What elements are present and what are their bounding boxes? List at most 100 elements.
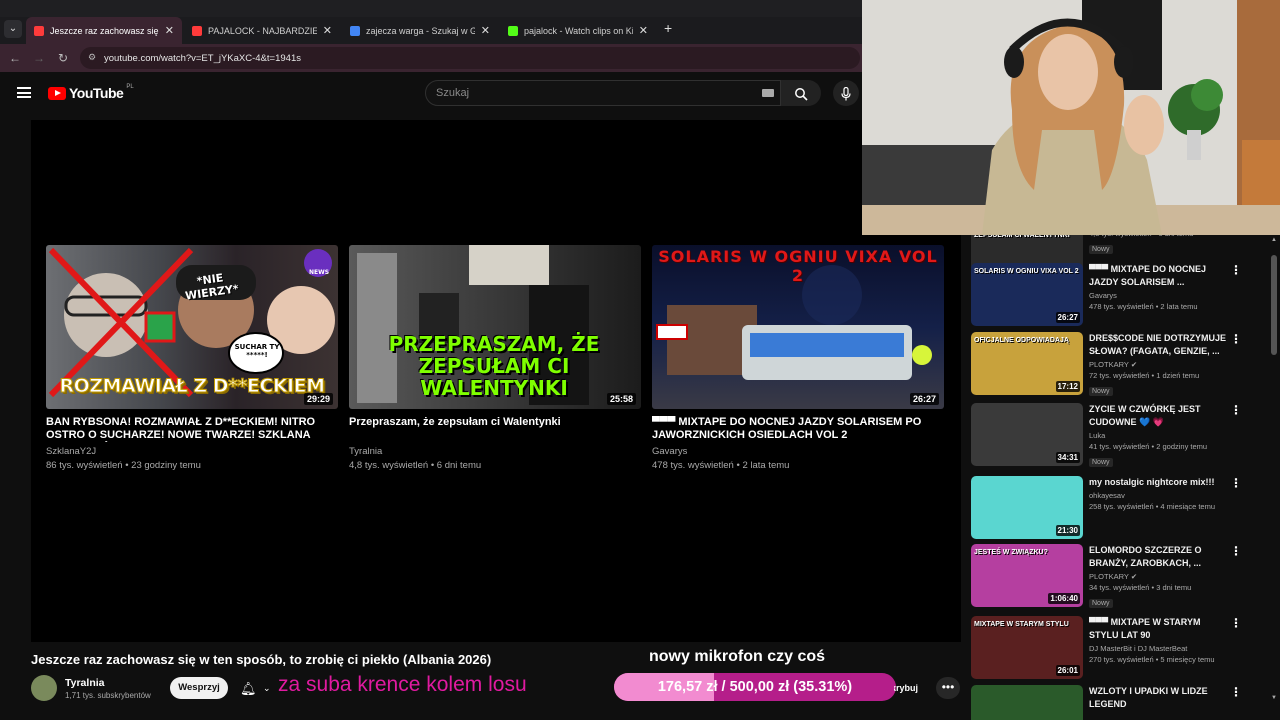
thumbnail-badge: SUCHAR TY *****! [234, 343, 280, 359]
region-code: PL [126, 84, 134, 90]
related-video-channel[interactable]: DJ MasterBit i DJ MasterBeat [1089, 644, 1229, 653]
verified-check-icon: ✔ [1128, 572, 1138, 581]
channel-name[interactable]: Tyralnia [65, 677, 105, 689]
video-player[interactable]: *NIE WIERZY* SUCHAR TY *****! NEWS ROZMA… [31, 120, 961, 642]
keyboard-icon[interactable] [762, 89, 774, 97]
verified-check-icon: ✔ [1128, 360, 1138, 369]
related-video-info: ▀▀▀ MIXTAPE DO NOCNEJ JAZDY SOLARISEM ..… [1089, 263, 1229, 311]
related-video-title[interactable]: ZYCIE W CZWÓRKĘ JEST CUDOWNE 💙 💗 [1089, 403, 1229, 429]
related-video-channel[interactable]: ohkayesav [1089, 491, 1229, 500]
donation-goal-bar: 176,57 zł / 500,00 zł (35.31%) [614, 673, 896, 701]
related-video-item[interactable]: JESTEŚ W ZWIĄZKU? 1:06:40 ELOMORDO SZCZERZ… [970, 544, 1270, 610]
more-options-kebab-icon[interactable]: ⋮ [1230, 476, 1242, 490]
related-video-info: 4,8 tys. wyświetleń • 6 dni temu Nowy [1089, 235, 1229, 256]
endscreen-video-2[interactable]: PRZEPRASZAM, ŻE ZEPSUŁAM CI WALENTYNKI 2… [349, 245, 641, 471]
related-video-meta: 478 tys. wyświetleń • 2 lata temu [1089, 302, 1198, 311]
donation-goal-text: 176,57 zł / 500,00 zł (35.31%) [657, 679, 853, 695]
related-video-title[interactable]: DRE$$CODE NIE DOTRZYMUJE SŁOWA? (FAGATA,… [1089, 332, 1229, 358]
related-video-item[interactable]: MIXTAPE W STARYM STYLU 26:01 ▀▀▀ MIXTAPE W… [970, 616, 1270, 682]
related-video-meta: 270 tys. wyświetleń • 5 miesięcy temu [1089, 655, 1215, 664]
reload-icon[interactable]: ↻ [51, 51, 75, 65]
related-video-channel[interactable]: Gavarys [1089, 291, 1229, 300]
scrollbar-thumb[interactable] [1271, 255, 1277, 355]
related-video-item[interactable]: 34:31 ZYCIE W CZWÓRKĘ JEST CUDOWNE 💙 💗 Luk… [970, 403, 1270, 469]
chevron-down-icon[interactable]: ⌄ [263, 683, 271, 694]
related-video-thumbnail[interactable]: SOLARIS W OGNIU VIXA VOL 2 26:27 [971, 263, 1083, 326]
video-duration: 29:29 [303, 393, 333, 405]
browser-tab[interactable]: PAJALOCK - NAJBARDZIEJ TOKS ✕ [184, 17, 340, 44]
scroll-up-arrow-icon[interactable]: ▲ [1271, 237, 1277, 243]
url-text: youtube.com/watch?v=ET_jYKaXC-4&t=1941s [104, 52, 301, 64]
related-video-thumbnail[interactable] [971, 685, 1083, 720]
related-video-info: ELOMORDO SZCZERZE O BRANŻY, ZAROBKACH, .… [1089, 544, 1229, 610]
related-video-item[interactable]: WZLOTY I UPADKI W LIDZE LEGEND ⋮ [970, 685, 1270, 720]
endscreen-video-3[interactable]: SOLARIS W OGNIU VIXA VOL 2 26:27 ▀▀▀ MIX… [652, 245, 944, 471]
related-video-channel[interactable]: Luka [1089, 431, 1229, 440]
url-field[interactable]: ⚙ youtube.com/watch?v=ET_jYKaXC-4&t=1941… [80, 47, 860, 69]
endscreen-channel-name[interactable]: Gavarys [652, 446, 944, 457]
endscreen-video-title[interactable]: BAN RYBSONA! ROZMAWIAŁ Z D**ECKIEM! NITR… [46, 416, 338, 442]
video-title: Jeszcze raz zachowasz się w ten sposób, … [31, 652, 492, 667]
voice-search-button[interactable] [833, 80, 859, 106]
forward-arrow-icon[interactable]: → [27, 51, 51, 65]
endscreen-channel-name[interactable]: Tyralnia [349, 446, 641, 457]
stream-overlay-text: za suba krence kolem losu [278, 673, 527, 696]
more-actions-button[interactable]: ••• [936, 677, 960, 699]
tab-close-icon[interactable]: ✕ [323, 24, 332, 37]
tab-list-chevron-icon[interactable]: ⌄ [4, 20, 22, 38]
back-arrow-icon[interactable]: ← [3, 51, 27, 65]
browser-tab[interactable]: Jeszcze raz zachowasz się w ten ✕ [26, 17, 182, 44]
site-settings-icon[interactable]: ⚙ [88, 52, 98, 62]
endscreen-thumbnail[interactable]: SOLARIS W OGNIU VIXA VOL 2 26:27 [652, 245, 944, 409]
endscreen-channel-name[interactable]: SzklanaY2J [46, 446, 338, 457]
related-video-thumbnail[interactable]: OFICJALNE ODPOWIADAJĄ 17:12 [971, 332, 1083, 395]
related-video-channel[interactable]: PLOTKARY ✔ [1089, 572, 1229, 581]
endscreen-video-title[interactable]: Przepraszam, że zepsułam ci Walentynki [349, 416, 641, 442]
youtube-logo[interactable]: YouTube PL [48, 84, 134, 101]
endscreen-video-1[interactable]: *NIE WIERZY* SUCHAR TY *****! NEWS ROZMA… [46, 245, 338, 471]
related-video-channel[interactable]: PLOTKARY ✔ [1089, 360, 1229, 369]
more-options-kebab-icon[interactable]: ⋮ [1230, 685, 1242, 699]
notification-bell-icon[interactable]: 🔔︎ [240, 681, 257, 697]
related-video-thumbnail[interactable]: 34:31 [971, 403, 1083, 466]
tab-close-icon[interactable]: ✕ [165, 24, 174, 37]
related-video-title[interactable]: ▀▀▀ MIXTAPE W STARYM STYLU LAT 90 [1089, 616, 1229, 642]
more-options-kebab-icon[interactable]: ⋮ [1230, 403, 1242, 417]
subscribe-button[interactable]: Subskrybuj [894, 678, 930, 698]
new-tab-plus-icon[interactable]: + [664, 20, 672, 36]
related-video-item[interactable]: OFICJALNE ODPOWIADAJĄ 17:12 DRE$$CODE NIE … [970, 332, 1270, 398]
endscreen-video-title[interactable]: ▀▀▀ MIXTAPE DO NOCNEJ JAZDY SOLARISEM PO… [652, 416, 944, 442]
new-badge: Nowy [1089, 245, 1113, 254]
related-video-item[interactable]: SOLARIS W OGNIU VIXA VOL 2 26:27 ▀▀▀ MIXTA… [970, 263, 1270, 329]
endscreen-thumbnail[interactable]: *NIE WIERZY* SUCHAR TY *****! NEWS ROZMA… [46, 245, 338, 409]
more-options-kebab-icon[interactable]: ⋮ [1230, 332, 1242, 346]
channel-avatar[interactable] [31, 675, 57, 701]
browser-tab[interactable]: pajalock - Watch clips on Kick ✕ [500, 17, 656, 44]
search-button[interactable] [781, 80, 821, 106]
related-video-title[interactable]: ▀▀▀ MIXTAPE DO NOCNEJ JAZDY SOLARISEM ..… [1089, 263, 1229, 289]
scroll-down-arrow-icon[interactable]: ▼ [1271, 695, 1277, 701]
related-video-item[interactable]: 21:30 my nostalgic nightcore mix!!! ohkaye… [970, 476, 1270, 542]
thumbnail-badge: NEWS [308, 269, 330, 276]
sidebar-scrollbar[interactable] [1270, 235, 1278, 720]
tab-close-icon[interactable]: ✕ [481, 24, 490, 37]
related-video-title[interactable]: ELOMORDO SZCZERZE O BRANŻY, ZAROBKACH, .… [1089, 544, 1229, 570]
more-options-kebab-icon[interactable]: ⋮ [1230, 263, 1242, 277]
menu-hamburger-icon[interactable] [17, 87, 31, 98]
related-video-thumbnail[interactable]: JESTEŚ W ZWIĄZKU? 1:06:40 [971, 544, 1083, 607]
subscribe-label: Subskrybuj [894, 683, 919, 693]
search-input[interactable]: Szukaj [425, 80, 781, 106]
tab-close-icon[interactable]: ✕ [639, 24, 648, 37]
more-options-kebab-icon[interactable]: ⋮ [1230, 544, 1242, 558]
microphone-icon [841, 86, 851, 101]
channel-name: PLOTKARY [1089, 572, 1129, 581]
more-options-kebab-icon[interactable]: ⋮ [1230, 616, 1242, 630]
related-video-thumbnail[interactable]: MIXTAPE W STARYM STYLU 26:01 [971, 616, 1083, 679]
support-button[interactable]: Wesprzyj [170, 677, 228, 699]
youtube-logo-text: YouTube [69, 85, 124, 101]
related-video-title[interactable]: WZLOTY I UPADKI W LIDZE LEGEND [1089, 685, 1229, 711]
related-video-thumbnail[interactable]: 21:30 [971, 476, 1083, 539]
endscreen-thumbnail[interactable]: PRZEPRASZAM, ŻE ZEPSUŁAM CI WALENTYNKI 2… [349, 245, 641, 409]
related-video-title[interactable]: my nostalgic nightcore mix!!! [1089, 476, 1229, 489]
browser-tab[interactable]: zajecza warga - Szukaj w Google ✕ [342, 17, 498, 44]
